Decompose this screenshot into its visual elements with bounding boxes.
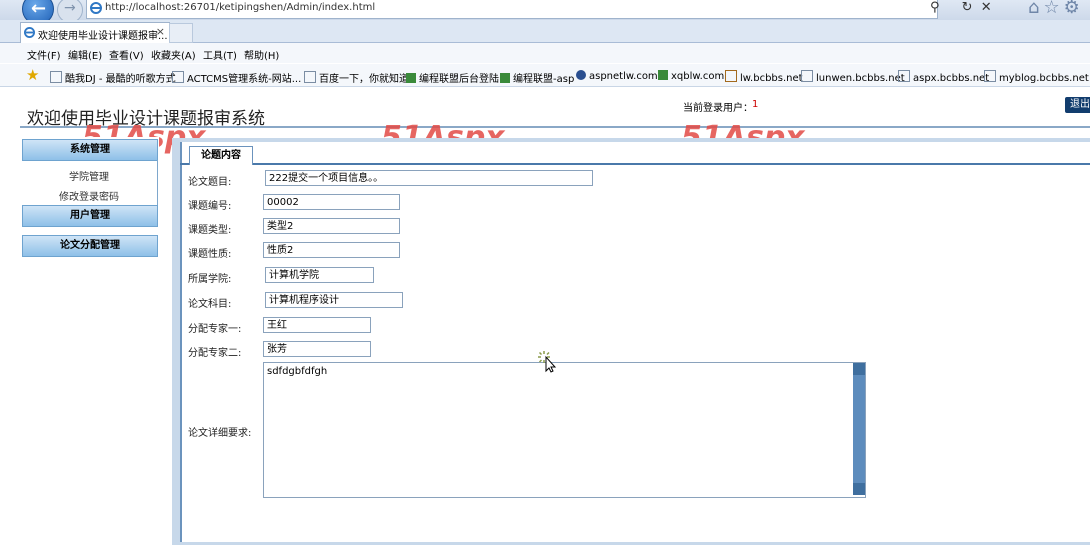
expert-one-label: 分配专家一: [188,324,242,335]
favorites-star-icon[interactable]: ★ [26,66,39,84]
scroll-down-arrow[interactable] [853,483,865,495]
window-left-margin [0,87,20,545]
fav-label: lw.bcbbs.net [740,73,803,84]
fav-item[interactable]: 编程联盟-asp [500,70,574,85]
topic-type-field[interactable]: 类型2 [263,218,400,234]
page-icon [406,73,416,83]
busy-cursor-icon [538,351,557,373]
ie-icon [90,2,102,14]
fav-item[interactable]: aspnetlw.com [576,70,658,82]
sidebar: 系统管理 学院管理 修改登录密码 用户管理 论文分配管理 [20,137,159,545]
subject-field[interactable]: 计算机程序设计 [265,292,403,308]
tab-strip-line [180,163,1090,165]
fav-item[interactable]: xqblw.com [658,70,724,82]
scroll-up-arrow[interactable] [853,363,865,375]
menu-edit[interactable]: 编辑(E) [68,47,102,62]
menu-tools[interactable]: 工具(T) [203,47,237,62]
logout-button[interactable]: 退出 [1065,97,1090,113]
search-icon[interactable]: ⚲ [930,0,940,15]
detail-textarea[interactable]: sdfdgbfdfgh [263,362,866,498]
page-icon [898,70,910,82]
fav-label: 酷我DJ - 最酷的听歌方式 [65,74,176,85]
fav-item[interactable]: lw.bcbbs.net [725,70,803,84]
fav-item[interactable]: myblog.bcbbs.net [984,70,1089,84]
topic-number-label: 课题编号: [188,201,232,212]
browser-tab[interactable]: 欢迎使用毕业设计课题报审... × [20,22,170,43]
subject-label: 论文科目: [188,299,232,310]
fav-item[interactable]: 酷我DJ - 最酷的听歌方式 [50,70,176,85]
fav-label: aspx.bcbbs.net [913,73,990,84]
ie-tab-icon [24,27,35,38]
topic-nature-label: 课题性质: [188,249,232,260]
sidebar-item-college[interactable]: 学院管理 [22,168,156,183]
page-icon [801,70,813,82]
title-label: 论文题目: [188,177,232,188]
current-user-label: 当前登录用户： [683,103,753,114]
menu-file[interactable]: 文件(F) [27,47,61,62]
sidebar-heading-system[interactable]: 系统管理 [22,139,158,161]
favorites-bar: ★ 酷我DJ - 最酷的听歌方式 ACTCMS管理系统-网站... 百度一下，你… [0,64,1090,87]
menu-help[interactable]: 帮助(H) [244,47,279,62]
expert-one-field[interactable]: 王红 [263,317,371,333]
fav-item[interactable]: 百度一下，你就知道 [304,70,409,85]
topic-type-label: 课题类型: [188,225,232,236]
fav-item[interactable]: 编程联盟后台登陆 [406,70,499,85]
page-icon [658,70,668,80]
fav-label: xqblw.com [671,71,725,82]
address-url: http://localhost:26701/ketipingshen/Admi… [105,2,376,13]
address-tools[interactable]: ⚲ ↻ ✕ [930,0,992,15]
fav-label: 编程联盟后台登陆 [419,74,499,85]
page-icon [500,73,510,83]
page-icon [172,71,184,83]
home-icon[interactable]: ⌂ [1028,0,1043,18]
topic-nature-field[interactable]: 性质2 [263,242,400,258]
fav-label: aspnetlw.com [589,71,658,82]
address-bar[interactable]: http://localhost:26701/ketipingshen/Admi… [86,0,938,19]
page-icon [725,70,737,82]
arrow-right-icon: → [64,0,76,16]
stop-icon[interactable]: ✕ [981,0,992,15]
tab-topic-content[interactable]: 论题内容 [189,146,253,165]
menu-bar: 文件(F) 编辑(E) 查看(V) 收藏夹(A) 工具(T) 帮助(H) [0,43,1090,63]
title-field[interactable]: 222提交一个项目信息。。 [265,170,593,186]
tab-close-icon[interactable]: × [156,25,165,38]
fav-item[interactable]: lunwen.bcbbs.net [801,70,905,84]
topic-number-field[interactable]: 00002 [263,194,400,210]
current-user-value: 1 [752,99,759,110]
menu-view[interactable]: 查看(V) [109,47,144,62]
sidebar-divider [157,160,158,205]
fav-label: 百度一下，你就知道 [319,74,409,85]
detail-text: sdfdgbfdfgh [267,366,328,377]
fav-item[interactable]: aspx.bcbbs.net [898,70,989,84]
arrow-left-icon: ← [31,0,47,19]
sidebar-item-password[interactable]: 修改登录密码 [22,188,156,203]
textarea-scrollbar[interactable] [853,363,865,495]
new-tab-button[interactable] [169,23,193,43]
expert-two-label: 分配专家二: [188,348,242,359]
sidebar-heading-users[interactable]: 用户管理 [22,205,158,227]
tab-title: 欢迎使用毕业设计课题报审... [38,31,168,42]
college-field[interactable]: 计算机学院 [265,267,374,283]
refresh-icon[interactable]: ↻ [962,0,973,15]
fav-item[interactable]: ACTCMS管理系统-网站... [172,70,301,85]
fav-label: 编程联盟-asp [513,74,575,85]
expert-two-field[interactable]: 张芳 [263,341,371,357]
fav-label: ACTCMS管理系统-网站... [187,74,302,85]
gear-icon[interactable]: ⚙ [1064,0,1084,18]
sidebar-heading-paper-assign[interactable]: 论文分配管理 [22,235,158,257]
detail-label: 论文详细要求: [188,428,252,439]
page-icon [304,71,316,83]
menu-favorites[interactable]: 收藏夹(A) [151,47,196,62]
page-icon [984,70,996,82]
fav-label: lunwen.bcbbs.net [816,73,905,84]
page-icon [576,70,586,80]
fav-label: myblog.bcbbs.net [999,73,1089,84]
college-label: 所属学院: [188,274,232,285]
browser-nav-right: ⌂☆⚙ [1028,0,1084,18]
page-icon [50,71,62,83]
favorites-star-icon[interactable]: ☆ [1043,0,1063,18]
